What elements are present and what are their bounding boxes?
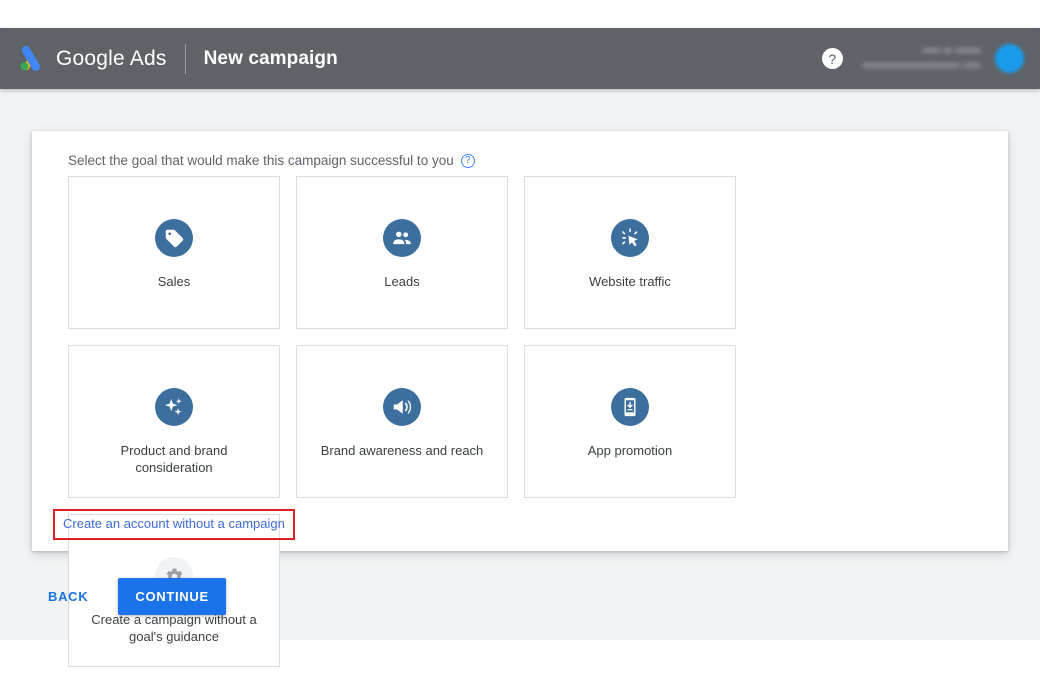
goal-tile-brand-awareness-reach[interactable]: Brand awareness and reach <box>296 345 508 498</box>
goal-tile-app-promotion[interactable]: App promotion <box>524 345 736 498</box>
mobile-download-icon <box>611 388 649 426</box>
tag-icon <box>155 219 193 257</box>
goal-tile-sales[interactable]: Sales <box>68 176 280 329</box>
create-account-link-highlight: Create an account without a campaign <box>53 509 295 540</box>
cursor-click-icon <box>611 219 649 257</box>
sparkles-icon <box>155 388 193 426</box>
goal-tile-label: Leads <box>384 274 420 289</box>
help-question-icon[interactable]: ? <box>460 153 475 168</box>
goal-tile-label: Brand awareness and reach <box>320 443 484 458</box>
goal-tile-product-brand-consideration[interactable]: Product and brand consideration <box>68 345 280 498</box>
back-button[interactable]: BACK <box>32 579 104 614</box>
goal-selection-card: Select the goal that would make this cam… <box>32 131 1008 667</box>
user-avatar[interactable] <box>995 44 1024 73</box>
goal-tile-label: App promotion <box>587 443 673 458</box>
header-right-cluster: ? •••• •• •••••• •••••••••••••••••••••••… <box>821 44 1024 73</box>
goal-tile-label: Create a campaign without a goal's guida… <box>91 612 257 645</box>
app-header: Google Ads New campaign ? •••• •• ••••••… <box>0 28 1040 89</box>
help-question-icon[interactable]: ? <box>821 48 843 69</box>
footer-actions: BACK CONTINUE <box>32 578 226 615</box>
brand-block[interactable]: Google Ads <box>16 44 167 74</box>
header-divider <box>184 43 186 74</box>
brand-name: Google Ads <box>56 46 167 70</box>
goal-tile-leads[interactable]: Leads <box>296 176 508 329</box>
goal-tile-website-traffic[interactable]: Website traffic <box>524 176 736 329</box>
people-icon <box>383 219 421 257</box>
goal-tile-label: Sales <box>157 274 191 289</box>
create-account-without-campaign-link[interactable]: Create an account without a campaign <box>63 516 285 531</box>
account-email-redacted: ••••••••••••••••••••••• •••• <box>862 60 981 72</box>
google-ads-logo-icon <box>20 45 41 71</box>
goal-tile-label: Product and brand consideration <box>120 443 228 476</box>
browser-top-strip <box>0 0 1040 28</box>
goal-prompt: Select the goal that would make this cam… <box>68 153 475 168</box>
goal-prompt-text: Select the goal that would make this cam… <box>68 153 454 168</box>
page-title: New campaign <box>203 47 338 69</box>
account-name-redacted: •••• •• •••••• <box>923 45 981 57</box>
megaphone-speaker-icon <box>383 388 421 426</box>
account-info[interactable]: •••• •• •••••• ••••••••••••••••••••••• •… <box>863 45 981 72</box>
continue-button[interactable]: CONTINUE <box>118 578 226 615</box>
goal-tile-label: Website traffic <box>589 274 671 289</box>
